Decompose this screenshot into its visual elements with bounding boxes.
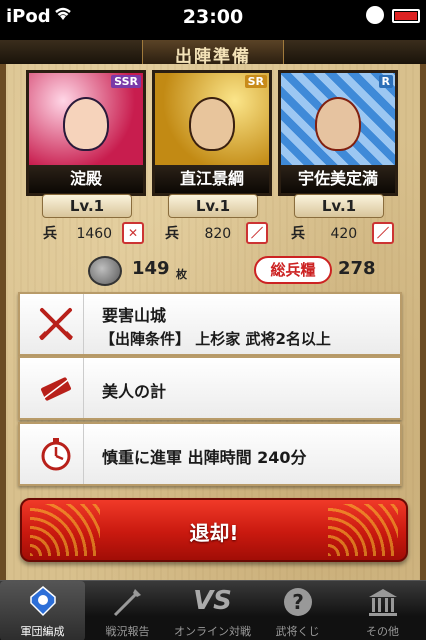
tab-bar: 軍団編成 戦況報告 VS オンライン対戦 ? 武将くじ その他 <box>0 580 426 640</box>
strategy-label: 美人の計 <box>102 382 167 401</box>
tab-label: 軍団編成 <box>20 625 65 638</box>
question-icon: ? <box>255 581 340 621</box>
coin-icon <box>88 256 122 286</box>
rarity-badge: R <box>378 75 393 88</box>
strategy-panel[interactable]: 美人の計 <box>18 356 402 420</box>
troop-count: 1460 <box>76 226 113 242</box>
battery-icon <box>392 9 420 23</box>
retreat-button[interactable]: 退却! <box>20 498 408 562</box>
gold-unit: 枚 <box>176 268 187 281</box>
tab-label: 戦況報告 <box>105 625 150 638</box>
gold-amount: 149 <box>132 258 170 279</box>
level-badge: Lv.1 <box>294 194 384 218</box>
vs-icon: VS <box>193 586 232 616</box>
general-name: 直江景綱 <box>155 165 269 193</box>
armor-icon <box>0 581 85 621</box>
status-bar: iPod 23:00 <box>0 0 426 40</box>
formation-icon[interactable]: ／ <box>246 222 268 244</box>
provisions-badge: 総兵糧 <box>254 256 332 284</box>
rotation-lock-icon <box>366 6 384 24</box>
mission-panel[interactable]: 要害山城 【出陣条件】 上杉家 武将2名以上 <box>18 292 402 356</box>
formation-icon[interactable]: ✕ <box>122 222 144 244</box>
troop-stat: 兵 1460 <box>40 224 112 244</box>
stopwatch-icon <box>28 424 84 484</box>
troop-count: 820 <box>204 226 232 242</box>
tab-army[interactable]: 軍団編成 <box>0 581 85 640</box>
tab-label: その他 <box>366 625 399 638</box>
general-name: 淀殿 <box>29 165 143 193</box>
tab-online-battle[interactable]: VS オンライン対戦 <box>170 581 255 640</box>
general-card-3[interactable]: R 宇佐美定満 <box>278 70 398 196</box>
general-portrait-3 <box>281 73 395 165</box>
general-card-2[interactable]: SR 直江景綱 <box>152 70 272 196</box>
rarity-badge: SSR <box>111 75 141 88</box>
header-bar: 出陣準備 <box>0 40 426 67</box>
level-badge: Lv.1 <box>42 194 132 218</box>
mission-castle: 要害山城 <box>102 306 167 325</box>
level-badge: Lv.1 <box>168 194 258 218</box>
troop-icon: 兵 <box>43 226 57 242</box>
tab-label: 武将くじ <box>275 625 320 638</box>
mission-condition: 【出陣条件】 上杉家 武将2名以上 <box>100 330 331 348</box>
tab-gacha[interactable]: ? 武将くじ <box>255 581 340 640</box>
clock: 23:00 <box>182 6 244 28</box>
march-panel[interactable]: 慎重に進軍 出陣時間 240分 <box>18 422 402 486</box>
tab-report[interactable]: 戦況報告 <box>85 581 170 640</box>
scroll-icon <box>28 358 84 418</box>
troop-count: 420 <box>330 226 358 242</box>
svg-text:?: ? <box>292 590 304 614</box>
spear-icon <box>85 581 170 621</box>
troop-stat: 兵 820 <box>162 224 231 244</box>
tab-label: オンライン対戦 <box>174 625 251 638</box>
troop-icon: 兵 <box>291 226 305 242</box>
tab-other[interactable]: その他 <box>340 581 425 640</box>
troop-icon: 兵 <box>165 226 179 242</box>
temple-icon <box>340 581 425 621</box>
march-label: 慎重に進軍 出陣時間 240分 <box>102 448 307 467</box>
rarity-badge: SR <box>244 75 267 88</box>
general-card-1[interactable]: SSR 淀殿 <box>26 70 146 196</box>
provisions-amount: 278 <box>338 258 376 279</box>
troop-stat: 兵 420 <box>288 224 357 244</box>
crossed-swords-icon <box>28 294 84 354</box>
formation-icon[interactable]: ／ <box>372 222 394 244</box>
retreat-label: 退却! <box>189 521 239 545</box>
general-name: 宇佐美定満 <box>281 165 395 193</box>
